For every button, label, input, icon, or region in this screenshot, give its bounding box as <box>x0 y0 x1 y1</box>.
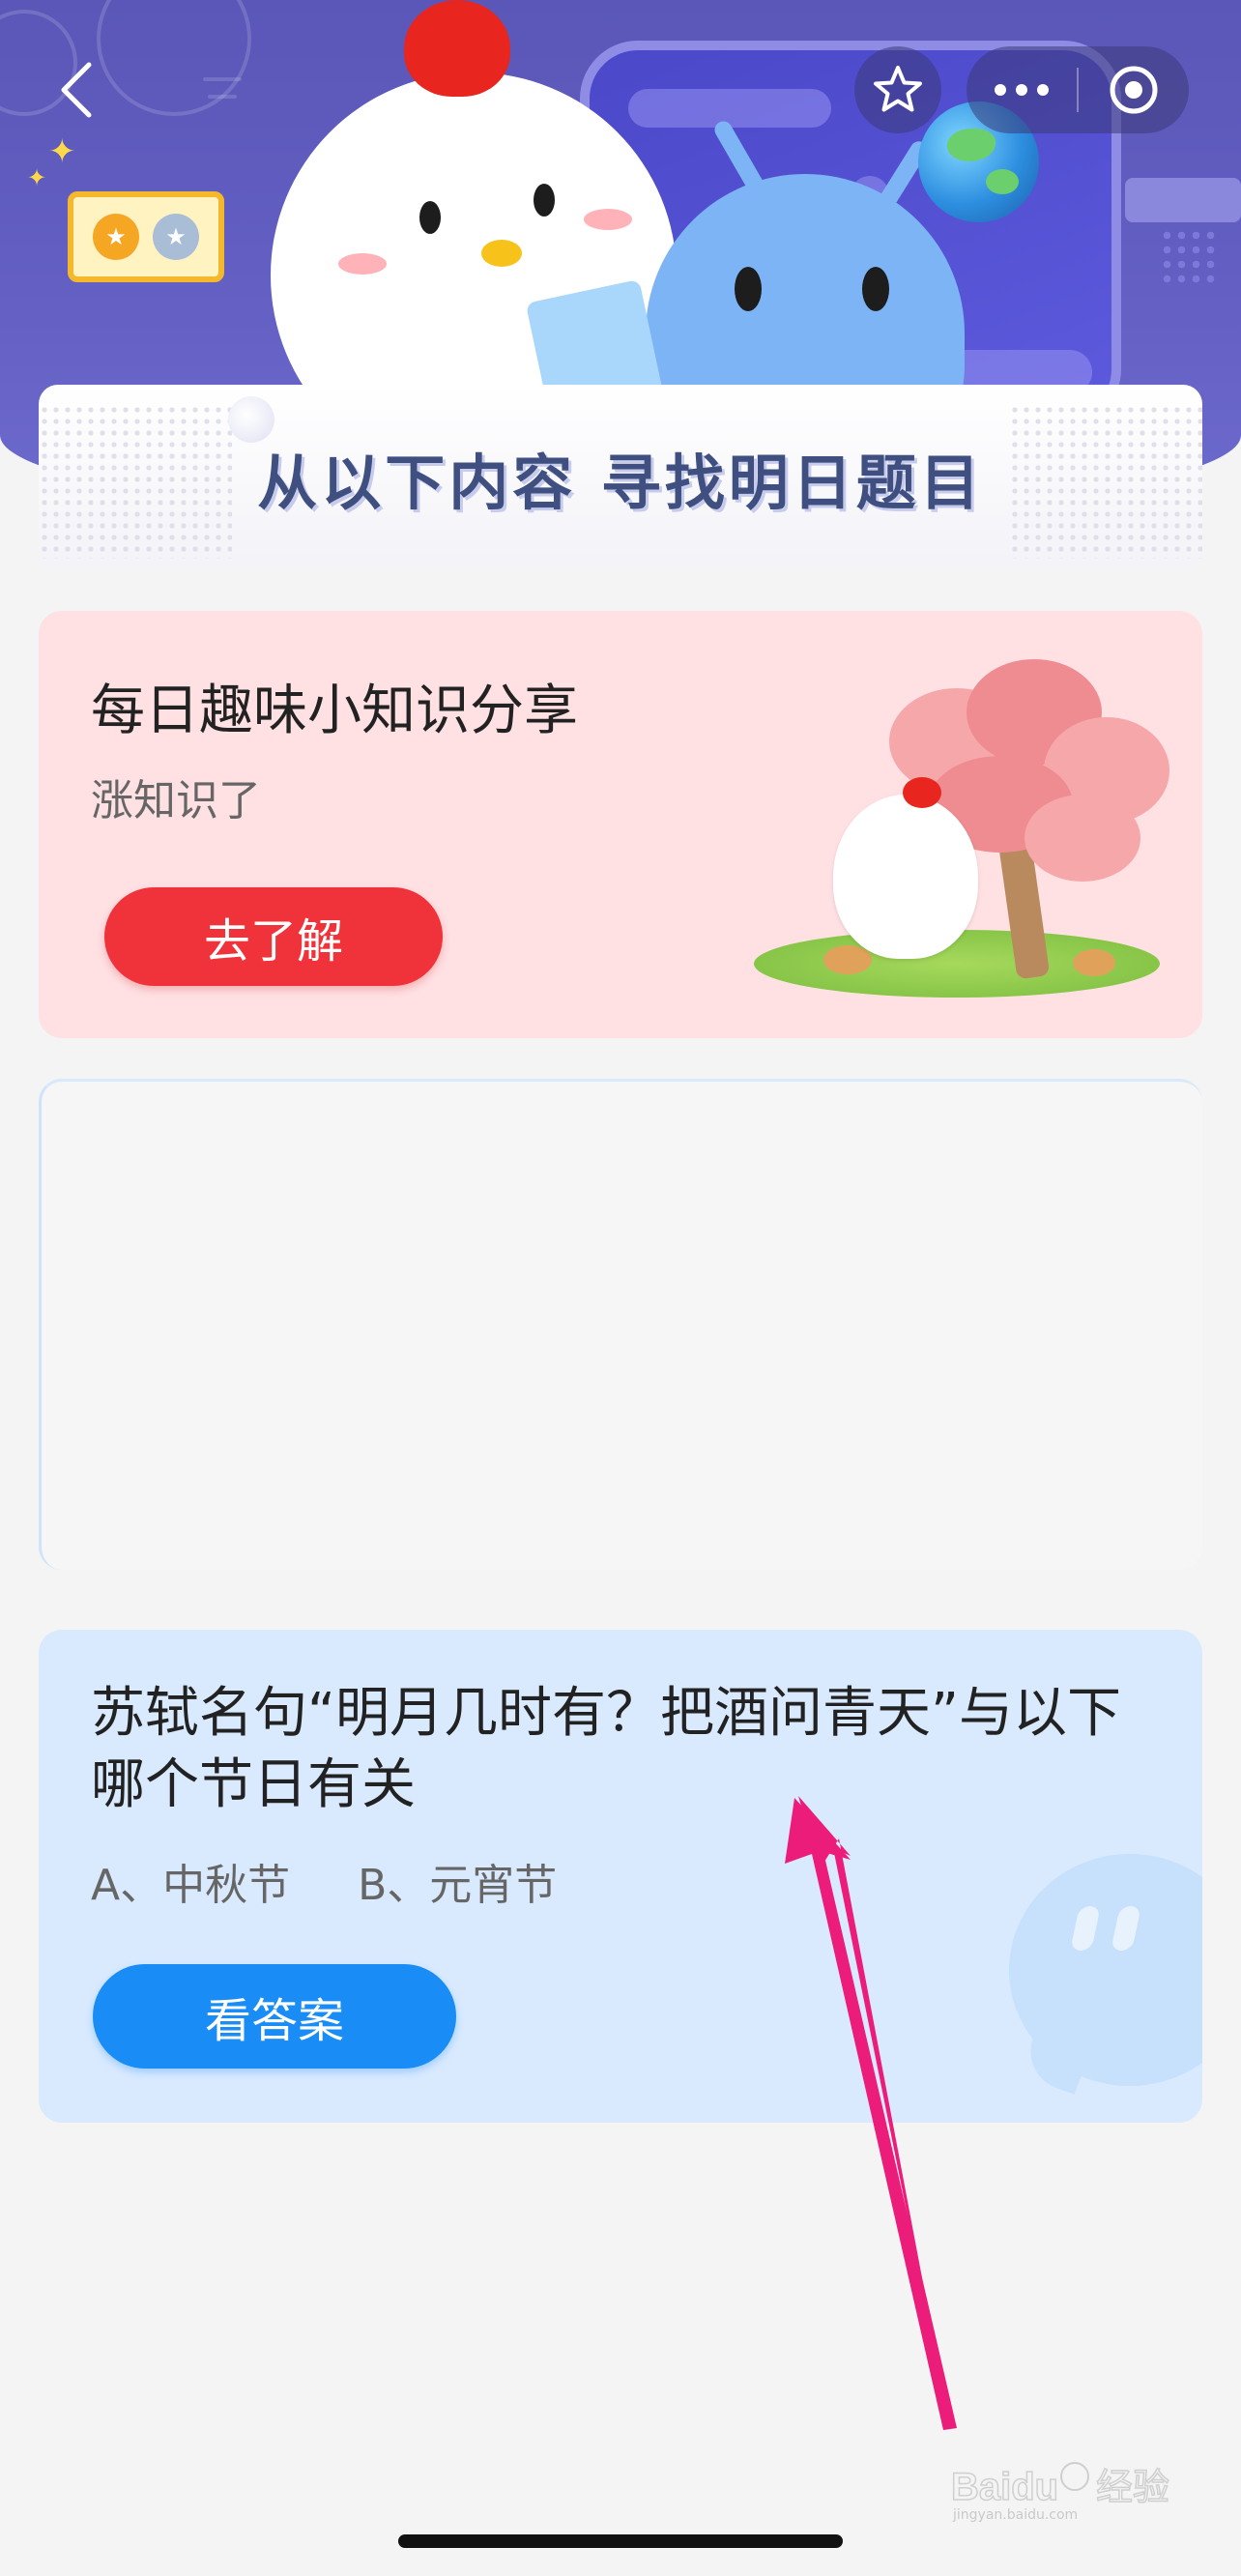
chicken-eye <box>534 184 555 217</box>
empty-content-card <box>39 1079 1202 1570</box>
chicken-eye <box>419 201 441 234</box>
chat-bubble-decoration <box>1009 1854 1202 2095</box>
more-button[interactable] <box>967 46 1077 133</box>
mascot-eye <box>862 267 889 311</box>
star-icon <box>874 66 922 112</box>
knowledge-card-title: 每日趣味小知识分享 <box>91 680 578 742</box>
question-card[interactable]: 苏轼名句“明月几时有？把酒问青天”与以下哪个节日有关 A、中秋节 B、元宵节 看… <box>39 1630 1202 2123</box>
back-button[interactable] <box>53 58 101 122</box>
knowledge-card-subtitle: 涨知识了 <box>91 776 261 825</box>
question-text: 苏轼名句“明月几时有？把酒问青天”与以下哪个节日有关 <box>91 1682 1122 1816</box>
baidu-jingyan-watermark: Baidu 经验 jingyan.baidu.com <box>951 2455 1183 2523</box>
decorative-block <box>1125 178 1241 222</box>
view-answer-button[interactable]: 看答案 <box>93 1964 456 2069</box>
home-indicator[interactable] <box>398 2534 843 2548</box>
chicken-comb <box>404 0 510 97</box>
chick-illustration <box>833 795 978 959</box>
sparkle-icon: ✦ <box>48 132 76 171</box>
chevron-left-icon <box>61 62 92 118</box>
decorative-circle <box>97 0 251 116</box>
decorative-line <box>208 95 237 99</box>
close-miniprogram-button[interactable] <box>1079 46 1189 133</box>
ellipsis-icon <box>995 84 1049 96</box>
learn-more-button[interactable]: 去了解 <box>104 887 443 986</box>
find-question-banner: 从以下内容 寻找明日题目 <box>39 385 1202 570</box>
svg-text:jingyan.baidu.com: jingyan.baidu.com <box>952 2507 1078 2523</box>
chicken-beak <box>481 240 522 267</box>
chicken-blush <box>338 253 387 275</box>
option-a: A、中秋节 <box>91 1861 291 1910</box>
mascot-eye <box>735 267 762 311</box>
rock <box>1073 949 1115 976</box>
blossom <box>1025 795 1140 882</box>
chick-comb <box>903 777 941 808</box>
decorative-dots <box>1160 228 1218 286</box>
rock <box>823 945 872 974</box>
favorite-button[interactable] <box>854 46 941 133</box>
decorative-line <box>203 77 242 81</box>
medal-badge-frame: ★ ★ <box>68 191 224 282</box>
svg-text:Baidu: Baidu <box>951 2466 1058 2508</box>
knowledge-card[interactable]: 每日趣味小知识分享 涨知识了 去了解 <box>39 611 1202 1038</box>
sparkle-icon: ✦ <box>27 164 47 191</box>
mini-program-capsule <box>967 46 1189 133</box>
answer-options: A、中秋节 B、元宵节 <box>91 1850 557 1912</box>
svg-text:经验: 经验 <box>1096 2466 1169 2508</box>
banner-title: 从以下内容 寻找明日题目 <box>257 448 984 518</box>
silver-medal-icon: ★ <box>153 214 199 260</box>
option-b: B、元宵节 <box>358 1861 558 1910</box>
gold-medal-icon: ★ <box>93 214 139 260</box>
target-circle-icon <box>1110 66 1158 114</box>
chicken-blush <box>584 209 632 230</box>
